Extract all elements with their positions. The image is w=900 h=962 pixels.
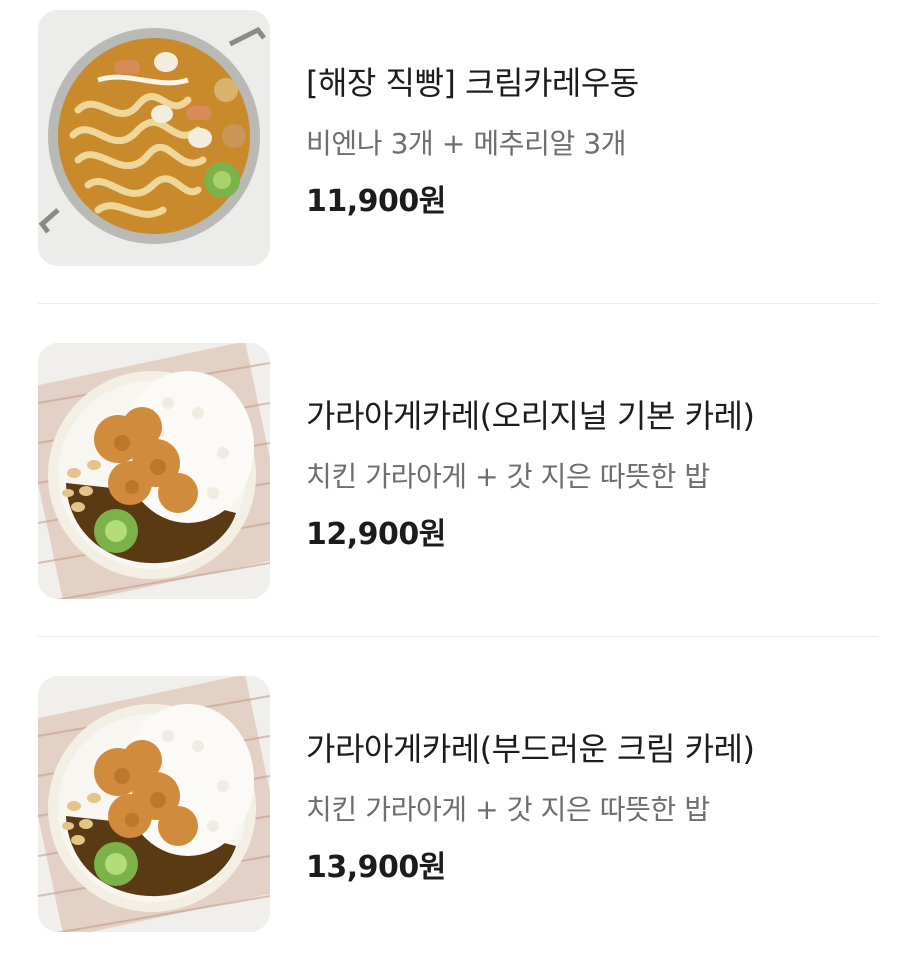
menu-item-karaage-curry-original[interactable]: 가라아게카레(오리지널 기본 카레) 치킨 가라아게 + 갓 지은 따뜻한 밥 …	[0, 341, 900, 601]
menu-item-description: 비엔나 3개 + 메추리알 3개	[306, 127, 627, 160]
menu-item-cream-curry-udon[interactable]: [해장 직빵] 크림카레우동 비엔나 3개 + 메추리알 3개 11,900원	[0, 8, 900, 268]
karaage-curry-plate-icon	[38, 676, 270, 932]
divider	[38, 303, 878, 304]
divider	[38, 636, 878, 637]
menu-list: [해장 직빵] 크림카레우동 비엔나 3개 + 메추리알 3개 11,900원	[0, 0, 900, 962]
curry-udon-pan-icon	[38, 10, 270, 266]
menu-item-name: 가라아게카레(오리지널 기본 카레)	[306, 397, 755, 435]
menu-item-description: 치킨 가라아게 + 갓 지은 따뜻한 밥	[306, 460, 710, 493]
menu-item-name: 가라아게카레(부드러운 크림 카레)	[306, 730, 755, 768]
menu-item-karaage-curry-cream[interactable]: 가라아게카레(부드러운 크림 카레) 치킨 가라아게 + 갓 지은 따뜻한 밥 …	[0, 674, 900, 934]
menu-item-image[interactable]	[38, 343, 270, 599]
menu-item-name: [해장 직빵] 크림카레우동	[306, 64, 639, 102]
menu-item-price: 13,900원	[306, 850, 446, 885]
menu-item-image[interactable]	[38, 10, 270, 266]
menu-item-description: 치킨 가라아게 + 갓 지은 따뜻한 밥	[306, 793, 710, 826]
menu-item-image[interactable]	[38, 676, 270, 932]
menu-item-price: 11,900원	[306, 184, 446, 219]
karaage-curry-plate-icon	[38, 343, 270, 599]
menu-item-price: 12,900원	[306, 517, 446, 552]
